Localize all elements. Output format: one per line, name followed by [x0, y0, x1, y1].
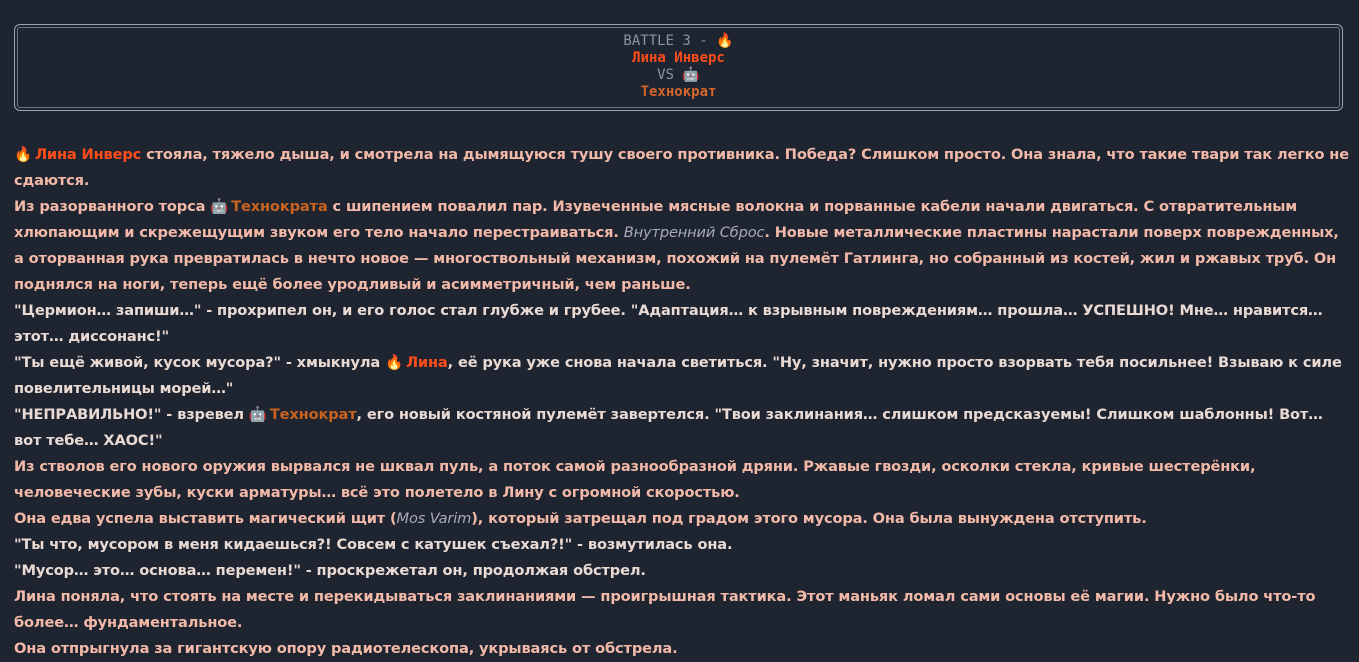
- story-paragraph-3: "Цермион… запиши…" - прохрипел он, и его…: [14, 302, 1323, 345]
- story-paragraph-1: 🔥 Лина Инверс стояла, тяжело дыша, и смо…: [14, 142, 1349, 194]
- vs-label: VS: [657, 67, 674, 83]
- vs-line: VS 🤖: [15, 67, 1342, 84]
- story-paragraph-4: "Ты ещё живой, кусок мусора?" - хмыкнула…: [14, 350, 1349, 402]
- character-name-lina: Лина: [405, 354, 448, 371]
- character-name-lina: Лина Инверс: [34, 146, 142, 163]
- paragraph-text: "Ты ещё живой, кусок мусора?" - хмыкнула: [14, 354, 385, 371]
- story-text: 🔥 Лина Инверс стояла, тяжело дыша, и смо…: [14, 142, 1349, 662]
- paragraph-text: стояла, тяжело дыша, и смотрела на дымящ…: [14, 146, 1349, 189]
- story-paragraph-6: Из стволов его нового оружия вырвался не…: [14, 458, 1256, 501]
- fighter2-name: Технократ: [640, 84, 717, 100]
- fighter1-name: Лина Инверс: [632, 50, 725, 66]
- story-paragraph-8: "Ты что, мусором в меня кидаешься?! Совс…: [14, 536, 733, 553]
- robot-icon: 🤖: [210, 198, 229, 215]
- battle-header: BATTLE 3 - 🔥 Лина Инверс VS 🤖 Технократ: [14, 24, 1343, 111]
- fire-icon: 🔥: [716, 33, 734, 49]
- paragraph-text: "НЕПРАВИЛЬНО!" - взревел: [14, 406, 249, 423]
- paragraph-text: ), который затрещал под градом этого мус…: [471, 510, 1147, 527]
- story-paragraph-11: Она отпрыгнула за гигантскую опору радио…: [14, 640, 678, 657]
- battle-title-line: BATTLE 3 - 🔥: [15, 33, 1342, 50]
- paragraph-text: Из разорванного торса: [14, 198, 211, 215]
- spell-name: Mos Varim: [396, 510, 472, 527]
- story-paragraph-7: Она едва успела выставить магический щит…: [14, 506, 1349, 532]
- story-paragraph-5: "НЕПРАВИЛЬНО!" - взревел 🤖 Технократ, ег…: [14, 402, 1349, 454]
- story-paragraph-2: Из разорванного торса 🤖 Технократа с шип…: [14, 194, 1349, 298]
- story-paragraph-10: Лина поняла, что стоять на месте и перек…: [14, 588, 1316, 631]
- robot-icon: 🤖: [682, 67, 700, 83]
- story-paragraph-9: "Мусор… это… основа… перемен!" - проскре…: [14, 562, 646, 579]
- character-name-technocrat: Технократ: [269, 406, 357, 423]
- character-name-technocrat: Технократа: [231, 198, 328, 215]
- battle-title: BATTLE 3 -: [623, 33, 708, 49]
- fire-icon: 🔥: [385, 354, 404, 371]
- robot-icon: 🤖: [248, 406, 267, 423]
- paragraph-text: Она едва успела выставить магический щит…: [14, 510, 397, 527]
- spell-name: Внутренний Сброс: [623, 224, 765, 241]
- fire-icon: 🔥: [14, 146, 33, 163]
